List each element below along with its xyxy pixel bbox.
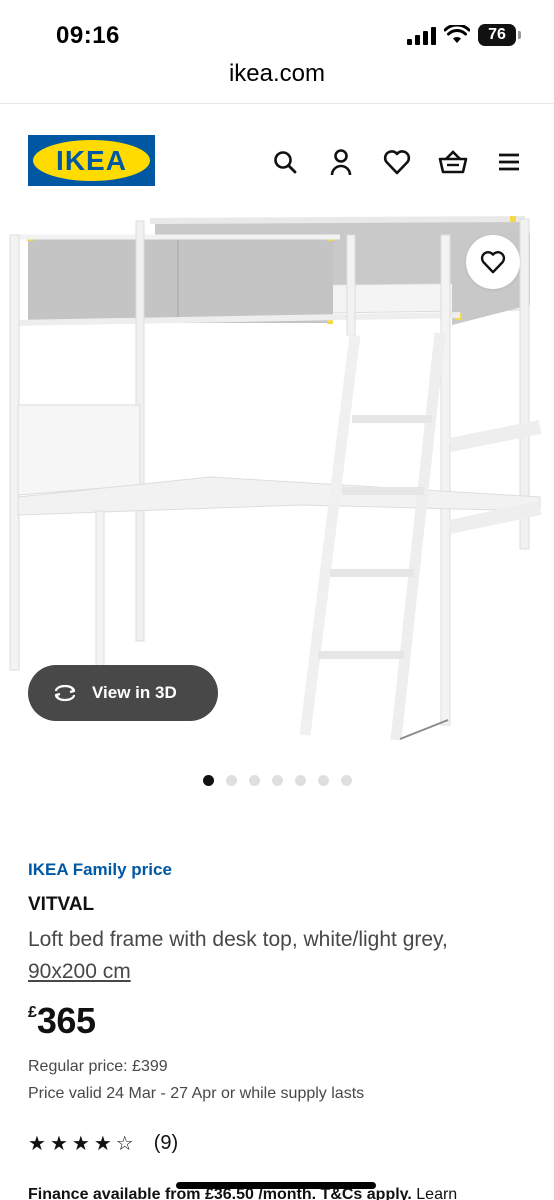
family-price-label: IKEA Family price (28, 860, 172, 879)
battery-icon: 76 (478, 24, 521, 46)
product-info: IKEA Family price VITVAL Loft bed frame … (28, 860, 538, 1156)
address-bar[interactable]: ikea.com (0, 60, 554, 104)
logo-text: IKEA (56, 144, 127, 176)
search-icon[interactable] (268, 145, 302, 179)
wifi-icon (444, 25, 470, 43)
carousel-dot[interactable] (318, 775, 329, 786)
carousel-dot[interactable] (249, 775, 260, 786)
product-description-text: Loft bed frame with desk top, white/ligh… (28, 928, 448, 951)
carousel-dot[interactable] (295, 775, 306, 786)
carousel-dot[interactable] (203, 775, 214, 786)
image-carousel-dots (203, 775, 352, 786)
star-full-icon: ★ (49, 1133, 68, 1155)
product-size-link[interactable]: 90x200 cm (28, 960, 131, 983)
product-description: Loft bed frame with desk top, white/ligh… (28, 924, 538, 988)
review-count: (9) (153, 1132, 179, 1154)
product-price: £ 365 (28, 1000, 538, 1042)
star-empty-icon: ☆ (115, 1133, 134, 1155)
cellular-signal-icon (407, 25, 436, 45)
star-full-icon: ★ (71, 1133, 90, 1155)
price-value: 365 (36, 1000, 96, 1041)
add-to-favourites-button[interactable] (466, 235, 520, 289)
url-text: ikea.com (228, 60, 326, 87)
site-header: IKEA (0, 105, 554, 215)
finance-learn-link[interactable]: Learn (416, 1186, 457, 1200)
status-time: 09:16 (56, 22, 120, 49)
product-name: VITVAL (28, 894, 95, 915)
basket-icon[interactable] (436, 145, 470, 179)
menu-icon[interactable] (492, 145, 526, 179)
home-indicator[interactable] (176, 1182, 376, 1189)
carousel-dot[interactable] (341, 775, 352, 786)
carousel-dot[interactable] (226, 775, 237, 786)
rotate-3d-icon (54, 684, 76, 702)
user-icon[interactable] (324, 145, 358, 179)
heart-icon (480, 251, 506, 274)
product-image[interactable]: View in 3D (0, 215, 554, 755)
battery-level: 76 (488, 26, 506, 43)
view-in-3d-label: View in 3D (92, 683, 177, 702)
regular-price: Regular price: £399 (28, 1058, 168, 1075)
heart-icon[interactable] (380, 145, 414, 179)
ikea-logo[interactable]: IKEA (28, 135, 155, 186)
header-icons (268, 145, 526, 179)
view-in-3d-button[interactable]: View in 3D (28, 665, 218, 721)
star-full-icon: ★ (28, 1133, 46, 1155)
price-validity: Price valid 24 Mar - 27 Apr or while sup… (28, 1085, 365, 1102)
status-icons: 76 (407, 24, 521, 46)
carousel-dot[interactable] (272, 775, 283, 786)
star-full-icon: ★ (93, 1133, 112, 1155)
price-currency: £ (28, 1004, 37, 1021)
product-rating[interactable]: ★ ★ ★ ★ ☆ (9) (28, 1131, 538, 1156)
rating-stars: ★ ★ ★ ★ ☆ (28, 1131, 134, 1156)
status-bar: 09:16 76 (0, 0, 554, 60)
